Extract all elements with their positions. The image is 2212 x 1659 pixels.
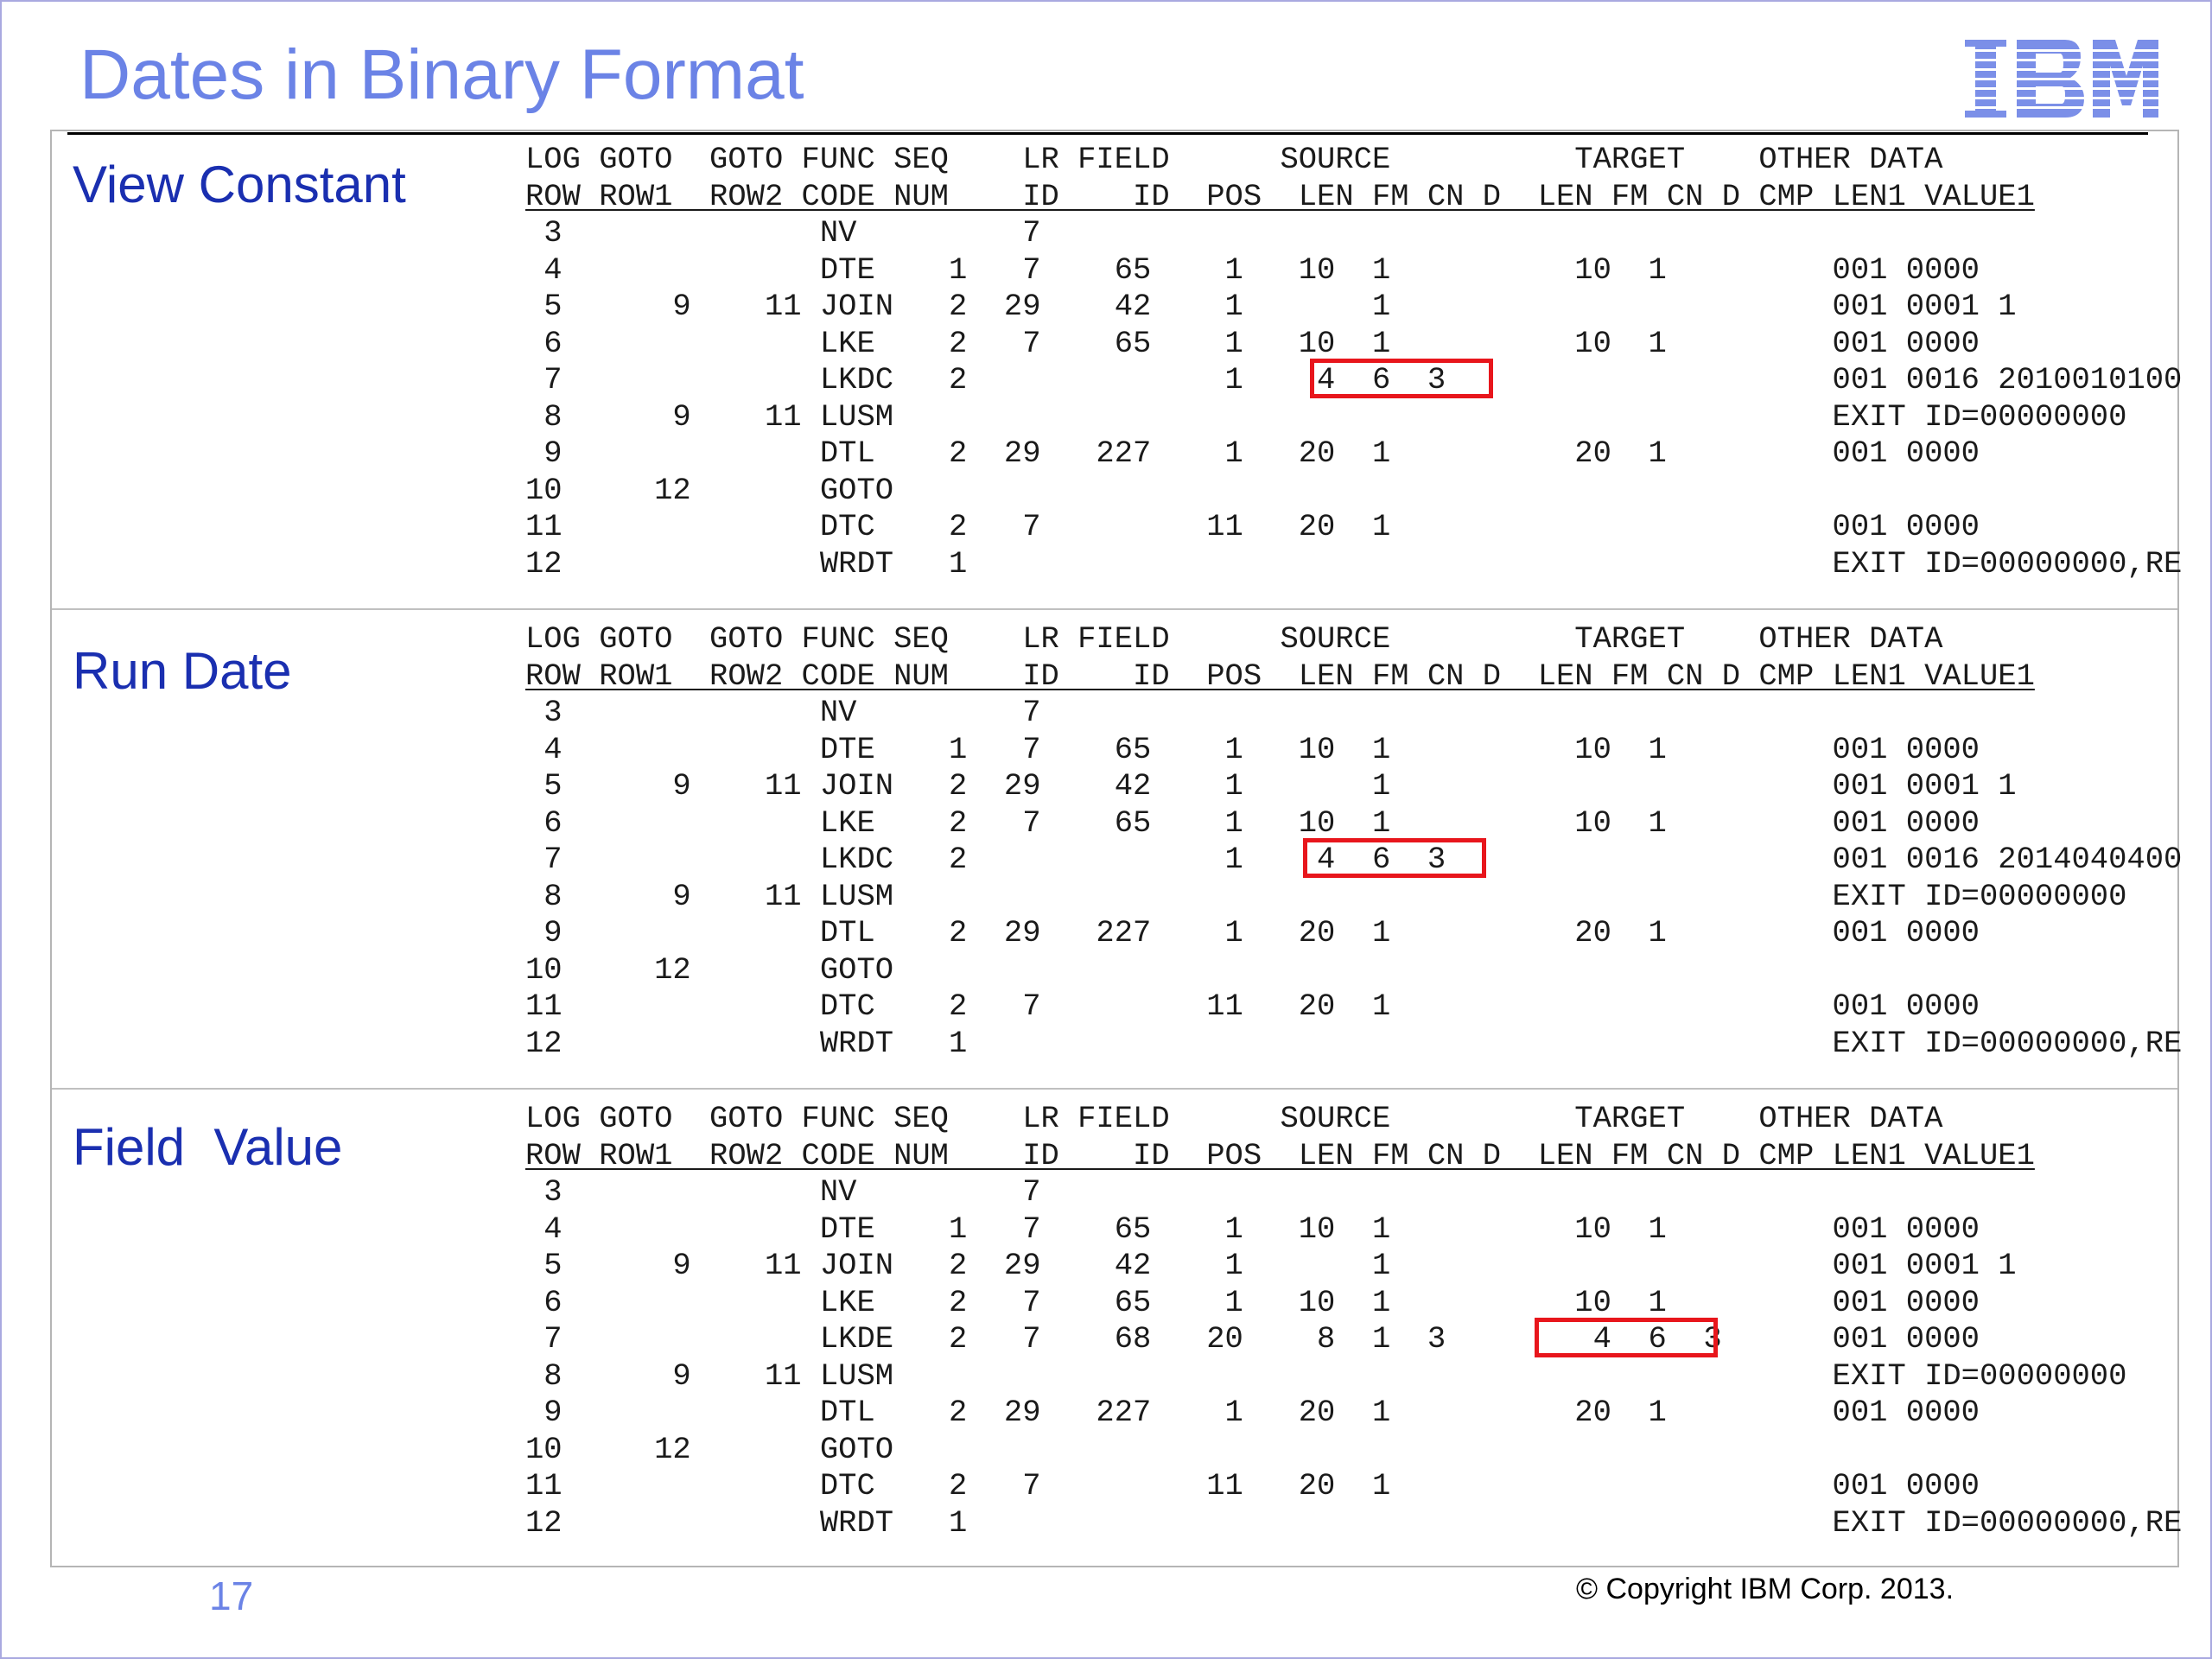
trace-row: 10 12 GOTO (525, 1431, 894, 1467)
trace-row: 7 LKDE 2 7 68 20 8 1 3 4 6 3 001 0000 (525, 1321, 1980, 1357)
trace-header-line1: LOG GOTO GOTO FUNC SEQ LR FIELD SOURCE T… (525, 142, 1943, 177)
trace-header-line1: LOG GOTO GOTO FUNC SEQ LR FIELD SOURCE T… (525, 1101, 1943, 1136)
trace-row: 12 WRDT 1 EXIT ID=00000000,RE (525, 1504, 2183, 1541)
trace-header-line2: ROW ROW1 ROW2 CODE NUM ID ID POS LEN FM … (525, 1137, 2035, 1173)
slide: Dates in Binary Format View Constant LOG… (0, 0, 2212, 1659)
highlight-box (1303, 838, 1486, 878)
trace-row: 8 9 11 LUSM EXIT ID=00000000 (525, 398, 2127, 435)
trace-row: 11 DTC 2 7 11 20 1 001 0000 (525, 988, 1980, 1024)
trace-row: 8 9 11 LUSM EXIT ID=00000000 (525, 1357, 2127, 1394)
trace-row: 3 NV 7 (525, 1174, 1041, 1210)
slide-title: Dates in Binary Format (79, 35, 804, 114)
highlight-box (1535, 1318, 1718, 1357)
trace-row: 6 LKE 2 7 65 1 10 1 10 1 001 0000 (525, 804, 1980, 841)
trace-row: 5 9 11 JOIN 2 29 42 1 1 001 0001 1 (525, 768, 2017, 804)
trace-row: 9 DTL 2 29 227 1 20 1 20 1 001 0000 (525, 915, 1980, 950)
section-label-field-value: Field Value (73, 1118, 343, 1176)
trace-row: 9 DTL 2 29 227 1 20 1 20 1 001 0000 (525, 435, 1980, 471)
trace-row: 6 LKE 2 7 65 1 10 1 10 1 001 0000 (525, 325, 1980, 361)
section-divider (52, 608, 2177, 610)
trace-row: 3 NV 7 (525, 695, 1041, 730)
trace-row: 4 DTE 1 7 65 1 10 1 10 1 001 0000 (525, 731, 1980, 767)
trace-row: 10 12 GOTO (525, 951, 894, 988)
section-divider (52, 1088, 2177, 1090)
trace-row: 4 DTE 1 7 65 1 10 1 10 1 001 0000 (525, 1211, 1980, 1247)
highlight-box (1310, 359, 1493, 398)
trace-row: 12 WRDT 1 EXIT ID=00000000,RE (525, 545, 2183, 582)
ibm-logo (1963, 40, 2160, 118)
trace-row: 9 DTL 2 29 227 1 20 1 20 1 001 0000 (525, 1395, 1980, 1430)
trace-row: 4 DTE 1 7 65 1 10 1 10 1 001 0000 (525, 251, 1980, 288)
trace-header-line2: ROW ROW1 ROW2 CODE NUM ID ID POS LEN FM … (525, 658, 2035, 694)
trace-row: 5 9 11 JOIN 2 29 42 1 1 001 0001 1 (525, 1248, 2017, 1283)
trace-table-field-value: LOG GOTO GOTO FUNC SEQ LR FIELD SOURCE T… (525, 1101, 2182, 1541)
trace-row: 11 DTC 2 7 11 20 1 001 0000 (525, 509, 1980, 544)
trace-header-line2: ROW ROW1 ROW2 CODE NUM ID ID POS LEN FM … (525, 178, 2035, 214)
copyright-notice: © Copyright IBM Corp. 2013. (1576, 1573, 1955, 1605)
trace-row: 10 12 GOTO (525, 472, 894, 508)
trace-row: 3 NV 7 (525, 215, 1041, 251)
section-label-view-constant: View Constant (73, 156, 406, 213)
trace-row: 6 LKE 2 7 65 1 10 1 10 1 001 0000 (525, 1284, 1980, 1320)
trace-row: 8 9 11 LUSM EXIT ID=00000000 (525, 878, 2127, 914)
trace-header-line1: LOG GOTO GOTO FUNC SEQ LR FIELD SOURCE T… (525, 621, 1943, 657)
trace-row: 5 9 11 JOIN 2 29 42 1 1 001 0001 1 (525, 289, 2017, 324)
trace-row: 12 WRDT 1 EXIT ID=00000000,RE (525, 1025, 2183, 1061)
page-number: 17 (209, 1573, 254, 1618)
section-label-run-date: Run Date (73, 642, 292, 700)
trace-row: 11 DTC 2 7 11 20 1 001 0000 (525, 1468, 1980, 1503)
